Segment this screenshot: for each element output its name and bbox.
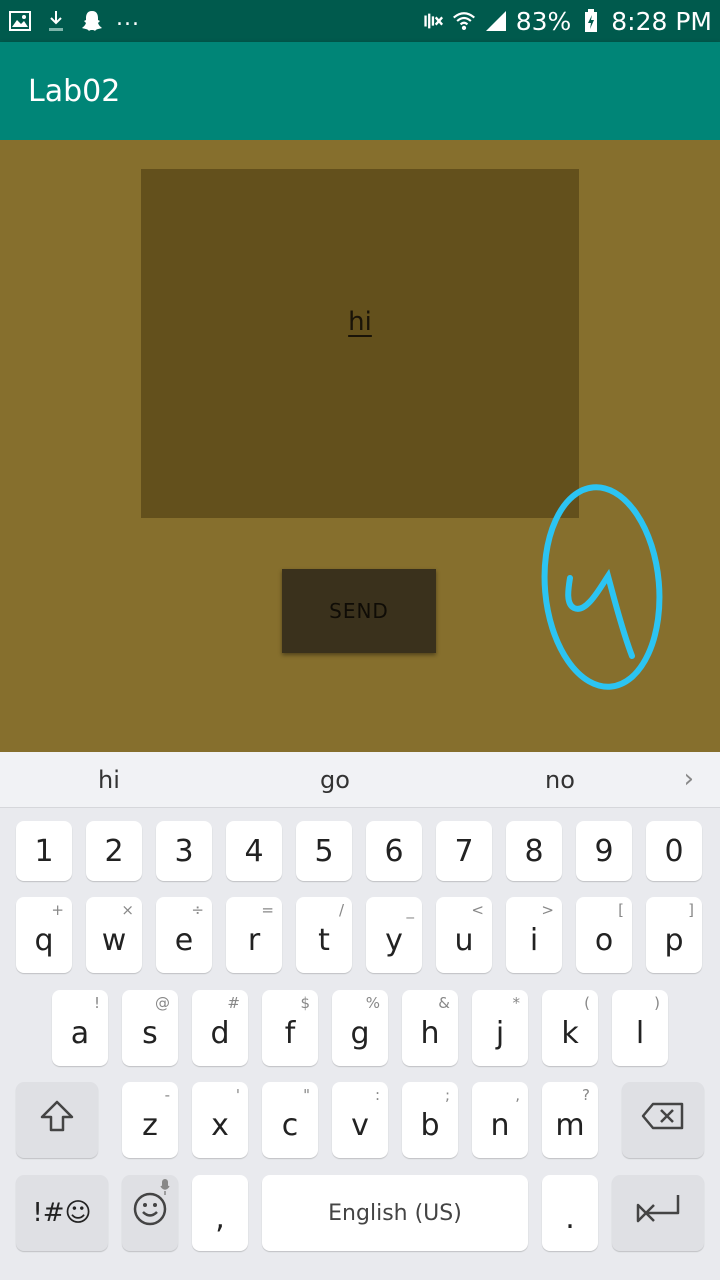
suggestion-3[interactable]: no (545, 766, 575, 794)
key-x[interactable]: ' x (192, 1082, 248, 1158)
symbols-key[interactable]: !#☺ (16, 1175, 108, 1251)
handwritten-annotation (541, 484, 663, 690)
battery-percent: 83% (515, 6, 572, 36)
key-2[interactable]: 2 (86, 821, 142, 881)
snapchat-icon (80, 9, 104, 33)
app-title: Lab02 (28, 73, 121, 109)
suggestion-2[interactable]: go (320, 766, 350, 794)
key-5[interactable]: 5 (296, 821, 352, 881)
key-w[interactable]: × w (86, 897, 142, 973)
key-n[interactable]: ,n (472, 1082, 528, 1158)
key-r[interactable]: = r (226, 897, 282, 973)
backspace-icon (641, 1102, 685, 1138)
shift-icon (39, 1099, 75, 1141)
key-s[interactable]: @ s (122, 990, 178, 1066)
key-z[interactable]: -z (122, 1082, 178, 1158)
period-key[interactable]: . (542, 1175, 598, 1251)
key-7[interactable]: 7 (436, 821, 492, 881)
chevron-right-icon[interactable]: › (684, 764, 694, 794)
key-q[interactable]: + q (16, 897, 72, 973)
send-button[interactable]: SEND (282, 569, 436, 653)
key-a[interactable]: ! a (52, 990, 108, 1066)
key-4[interactable]: 4 (226, 821, 282, 881)
key-m[interactable]: ? m (542, 1082, 598, 1158)
image-icon (8, 9, 32, 33)
key-v[interactable]: :v (332, 1082, 388, 1158)
message-text[interactable]: hi (348, 307, 372, 337)
wifi-icon (452, 9, 476, 33)
key-1[interactable]: 1 (16, 821, 72, 881)
key-p[interactable]: ] p (646, 897, 702, 973)
backspace-key[interactable] (622, 1082, 704, 1158)
signal-icon (484, 9, 508, 33)
key-u[interactable]: < u (436, 897, 492, 973)
key-t[interactable]: / t (296, 897, 352, 973)
key-8[interactable]: 8 (506, 821, 562, 881)
key-e[interactable]: ÷ e (156, 897, 212, 973)
suggestion-bar: hi go no › (0, 752, 720, 808)
key-j[interactable]: * j (472, 990, 528, 1066)
enter-icon (634, 1193, 682, 1233)
key-0[interactable]: 0 (646, 821, 702, 881)
key-b[interactable]: ; b (402, 1082, 458, 1158)
key-g[interactable]: % g (332, 990, 388, 1066)
key-f[interactable]: $ f (262, 990, 318, 1066)
main-content: hi SEND (0, 140, 720, 752)
suggestion-1[interactable]: hi (98, 766, 120, 794)
status-bar: ... 83% 8:28 PM (0, 0, 720, 42)
key-d[interactable]: # d (192, 990, 248, 1066)
message-box[interactable]: hi (141, 169, 579, 518)
key-i[interactable]: > i (506, 897, 562, 973)
shift-key[interactable] (16, 1082, 98, 1158)
more-notifications: ... (116, 5, 140, 31)
key-o[interactable]: [o (576, 897, 632, 973)
key-l[interactable]: ) l (612, 990, 668, 1066)
key-k[interactable]: (k (542, 990, 598, 1066)
battery-charging-icon (579, 9, 603, 33)
enter-key[interactable] (612, 1175, 704, 1251)
microphone-icon (160, 1179, 170, 1199)
app-bar: Lab02 (0, 42, 720, 140)
clock: 8:28 PM (611, 6, 712, 36)
key-6[interactable]: 6 (366, 821, 422, 881)
key-h[interactable]: & h (402, 990, 458, 1066)
key-y[interactable]: _ y (366, 897, 422, 973)
key-3[interactable]: 3 (156, 821, 212, 881)
download-icon (44, 9, 68, 33)
soft-keyboard: hi go no › 1 2 3 4 5 6 7 8 9 0 + q × w ÷ e … (0, 752, 720, 1280)
mute-icon (420, 9, 444, 33)
space-key[interactable]: English (US) (262, 1175, 528, 1251)
comma-key[interactable]: , (192, 1175, 248, 1251)
key-9[interactable]: 9 (576, 821, 632, 881)
emoji-key[interactable] (122, 1175, 178, 1251)
key-c[interactable]: " c (262, 1082, 318, 1158)
